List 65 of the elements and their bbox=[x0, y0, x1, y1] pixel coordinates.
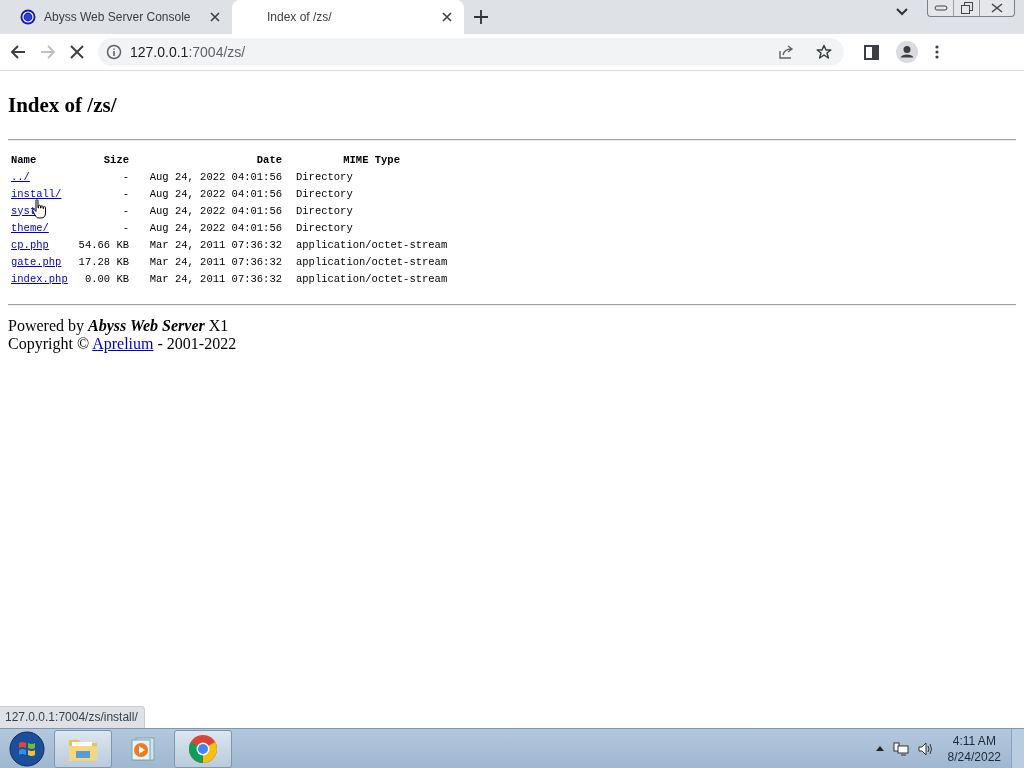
table-cell-text: Aug 24, 2022 04:01:56 bbox=[148, 170, 282, 185]
profile-icon[interactable] bbox=[896, 41, 918, 63]
table-cell: application/octet-stream bbox=[282, 272, 448, 289]
side-panel-icon[interactable] bbox=[864, 44, 879, 60]
chevron-icon[interactable] bbox=[896, 8, 908, 16]
table-cell: Mar 24, 2011 07:36:32 bbox=[129, 238, 282, 255]
table-cell-text: Aug 24, 2022 04:01:56 bbox=[148, 221, 282, 236]
file-link[interactable]: ../ bbox=[11, 170, 30, 183]
column-header: Size bbox=[102, 153, 129, 168]
stop-icon[interactable] bbox=[70, 45, 84, 59]
table-cell: Mar 24, 2011 07:36:32 bbox=[129, 255, 282, 272]
table-cell: Directory bbox=[282, 170, 448, 187]
table-cell: application/octet-stream bbox=[282, 255, 448, 272]
table-cell-text: Aug 24, 2022 04:01:56 bbox=[148, 204, 282, 219]
share-icon[interactable] bbox=[778, 44, 794, 60]
powered-by-text: Powered by Abyss Web Server X1 bbox=[8, 317, 229, 335]
table-cell-text: 0.00 KB bbox=[83, 272, 129, 287]
table-cell-text: - bbox=[121, 204, 129, 219]
address-bar[interactable]: 127.0.0.1:7004/zs/ bbox=[98, 38, 844, 66]
status-url: 127.0.0.1:7004/zs/install/ bbox=[0, 706, 145, 728]
close-icon[interactable] bbox=[442, 12, 452, 22]
table-cell-text: Aug 24, 2022 04:01:56 bbox=[148, 187, 282, 202]
taskbar-app[interactable] bbox=[174, 729, 232, 768]
copyright-text: Copyright © Aprelium - 2001-2022 bbox=[8, 335, 237, 353]
column-header: MIME Type bbox=[282, 153, 448, 170]
info-icon[interactable] bbox=[106, 44, 122, 60]
table-cell: Directory bbox=[282, 187, 448, 204]
file-link[interactable]: syst bbox=[11, 204, 37, 217]
table-cell-text: - bbox=[121, 221, 129, 236]
table-cell: Directory bbox=[282, 221, 448, 238]
tab-title: Index of /zs/ bbox=[266, 10, 333, 24]
browser-tab[interactable]: Abyss Web Server Console bbox=[0, 0, 232, 34]
column-header: Name bbox=[10, 153, 38, 168]
table-cell: Mar 24, 2011 07:36:32 bbox=[129, 272, 282, 289]
close-icon[interactable] bbox=[210, 12, 220, 22]
tab-title: Abyss Web Server Console bbox=[44, 10, 192, 24]
media-player-icon bbox=[130, 735, 156, 762]
back-icon[interactable] bbox=[10, 44, 26, 60]
star-icon[interactable] bbox=[816, 44, 832, 60]
chrome-icon bbox=[188, 733, 218, 764]
table-cell: Directory bbox=[282, 204, 448, 221]
clock-time: 4:11 AM bbox=[952, 732, 996, 749]
browser-tab[interactable]: Index of /zs/ bbox=[232, 0, 464, 34]
table-cell-text: - bbox=[121, 187, 129, 202]
speaker-icon[interactable] bbox=[917, 741, 934, 756]
menu-icon[interactable] bbox=[935, 45, 939, 59]
tray-arrow-icon[interactable] bbox=[875, 746, 884, 751]
table-cell-text: 54.66 KB bbox=[77, 238, 129, 253]
file-link[interactable]: gate.php bbox=[11, 255, 62, 268]
table-cell: application/octet-stream bbox=[282, 238, 448, 255]
network-icon[interactable] bbox=[892, 741, 909, 756]
file-link[interactable]: install/ bbox=[11, 187, 62, 200]
table-cell-text: 17.28 KB bbox=[77, 255, 129, 270]
table-cell-text: - bbox=[121, 170, 129, 185]
column-header: Date bbox=[129, 153, 282, 170]
file-link[interactable]: cp.php bbox=[11, 238, 49, 251]
file-link[interactable]: theme/ bbox=[11, 221, 49, 234]
clock-date: 8/24/2022 bbox=[947, 748, 1001, 765]
new-tab-icon[interactable] bbox=[474, 10, 488, 24]
page-heading: Index of /zs/ bbox=[8, 93, 117, 118]
url-text: 127.0.0.1:7004/zs/ bbox=[130, 44, 247, 60]
file-link[interactable]: index.php bbox=[11, 272, 68, 285]
start-button[interactable] bbox=[9, 730, 45, 767]
taskbar-app[interactable] bbox=[54, 729, 112, 768]
aprelium-link[interactable]: Aprelium bbox=[92, 335, 154, 352]
